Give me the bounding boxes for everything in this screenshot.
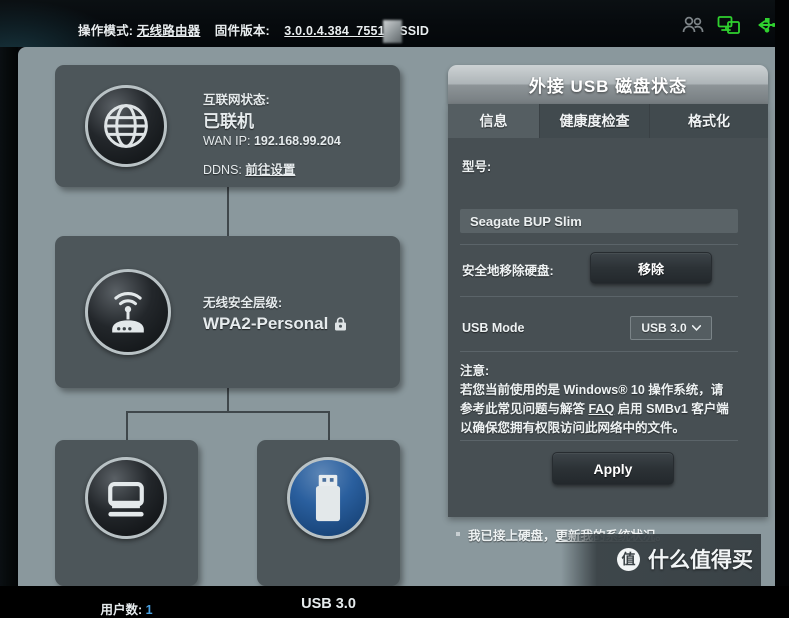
faq-link[interactable]: FAQ — [588, 402, 614, 416]
divider-4 — [460, 440, 738, 441]
apply-button[interactable]: Apply — [552, 452, 674, 485]
note-line-2: 参考此常见问题与解答 FAQ 启用 SMBv1 客户端 — [460, 400, 748, 419]
ssid-redacted-value — [383, 20, 402, 43]
topbar-icon-group — [681, 14, 777, 36]
watermark-badge-icon: 值 — [617, 547, 640, 571]
model-label: 型号: — [462, 160, 492, 174]
ddns-label: DDNS: — [203, 163, 242, 177]
globe-icon — [85, 85, 167, 167]
usb-device-card[interactable] — [257, 440, 400, 586]
left-dark-margin — [0, 47, 18, 586]
monitor-icon — [85, 457, 167, 539]
watermark: 值 什么值得买 — [617, 544, 753, 574]
divider-3 — [460, 351, 738, 352]
usb-mode-selected-value: USB 3.0 — [641, 321, 687, 335]
chevron-down-icon — [691, 325, 701, 331]
ddns-setup-link[interactable]: 前往设置 — [245, 163, 295, 177]
wan-ip-row: WAN IP: 192.168.99.204 — [203, 134, 341, 148]
ddns-row: DDNS: 前往设置 — [203, 159, 295, 178]
watermark-text: 什么值得买 — [648, 549, 753, 572]
tab-format[interactable]: 格式化 — [650, 104, 768, 138]
clients-count-label: 用户数: — [100, 603, 143, 617]
usb-panel-body: 信息 健康度检查 格式化 型号: Seagate BUP Slim 安全地移除硬… — [448, 104, 768, 517]
tab-information[interactable]: 信息 — [448, 104, 540, 138]
right-dark-margin — [775, 0, 789, 586]
note-line-1: 若您当前使用的是 Windows® 10 操作系统，请 — [460, 383, 724, 397]
note-line-2-prefix: 参考此常见问题与解答 — [460, 402, 589, 416]
usb-mode-select[interactable]: USB 3.0 — [630, 316, 712, 340]
usb-mode-label: USB Mode — [462, 321, 525, 335]
wireless-security-value: WPA2-Personal — [203, 314, 329, 333]
internet-status-card[interactable]: 互联网状态: 已联机 WAN IP: 192.168.99.204 DDNS: … — [55, 65, 400, 187]
footer-text-prefix: 我已接上硬盘， — [468, 529, 556, 543]
usb-panel-tabs: 信息 健康度检查 格式化 — [448, 104, 768, 138]
divider-2 — [460, 296, 738, 297]
connector-to-usb — [328, 411, 330, 440]
top-status-bar: 操作模式: 无线路由器 固件版本: 3.0.0.4.384_7551 SSID — [0, 0, 789, 47]
wan-ip-value: 192.168.99.204 — [253, 134, 341, 148]
network-map: 互联网状态: 已联机 WAN IP: 192.168.99.204 DDNS: … — [18, 47, 438, 617]
safely-remove-label: 安全地移除硬盘: — [462, 264, 554, 278]
wireless-security-row: WPA2-Personal — [203, 314, 347, 334]
app-root: 操作模式: 无线路由器 固件版本: 3.0.0.4.384_7551 SSID — [0, 0, 789, 617]
operation-mode-value[interactable]: 无线路由器 — [137, 24, 201, 38]
internet-status-label: 互联网状态: — [203, 93, 270, 107]
firmware-value[interactable]: 3.0.0.4.384_7551 — [284, 24, 385, 38]
clients-card[interactable] — [55, 440, 198, 586]
usb-drive-icon — [287, 457, 369, 539]
wireless-security-label: 无线安全层级: — [203, 296, 283, 310]
ssid-label: SSID — [399, 24, 430, 38]
usb-caption: USB 3.0 — [301, 596, 356, 612]
bullet-icon — [456, 532, 460, 536]
router-wifi-icon — [85, 269, 171, 355]
model-value-field: Seagate BUP Slim — [460, 209, 738, 233]
note-title: 注意: — [460, 364, 490, 378]
users-icon[interactable] — [681, 14, 705, 36]
wireless-security-card[interactable]: 无线安全层级: WPA2-Personal — [55, 236, 400, 388]
operation-mode-label: 操作模式: — [78, 24, 134, 38]
connector-internet-to-wifi — [227, 187, 229, 236]
note-line-2-suffix: 启用 SMBv1 客户端 — [614, 402, 729, 416]
connector-to-client — [126, 411, 128, 440]
clients-caption: 用户数: 1 — [55, 599, 198, 618]
topbar-info-text: 操作模式: 无线路由器 固件版本: 3.0.0.4.384_7551 SSID — [78, 20, 429, 39]
usb-disk-status-panel: 外接 USB 磁盘状态 信息 健康度检查 格式化 型号: Seagate BUP… — [448, 65, 768, 565]
divider-1 — [460, 244, 738, 245]
usb-icon[interactable] — [753, 14, 777, 36]
wan-ip-label: WAN IP: — [203, 134, 251, 148]
connector-wifi-stem — [227, 388, 229, 412]
firmware-label: 固件版本: — [214, 24, 270, 38]
network-client-icon[interactable] — [717, 14, 741, 36]
usb-note-block: 注意: 若您当前使用的是 Windows® 10 操作系统，请 参考此常见问题与… — [460, 362, 748, 438]
usb-panel-title: 外接 USB 磁盘状态 — [528, 77, 688, 96]
connector-horizontal-bus — [126, 411, 330, 413]
usb-panel-header: 外接 USB 磁盘状态 — [448, 65, 768, 104]
clients-count-value: 1 — [145, 603, 153, 617]
lock-icon — [335, 317, 347, 331]
remove-button[interactable]: 移除 — [590, 252, 712, 284]
note-line-3: 以确保您拥有权限访问此网络中的文件。 — [460, 421, 686, 435]
tab-health-check[interactable]: 健康度检查 — [540, 104, 650, 138]
content-shell: 互联网状态: 已联机 WAN IP: 192.168.99.204 DDNS: … — [18, 47, 775, 617]
internet-status-value: 已联机 — [203, 112, 254, 131]
